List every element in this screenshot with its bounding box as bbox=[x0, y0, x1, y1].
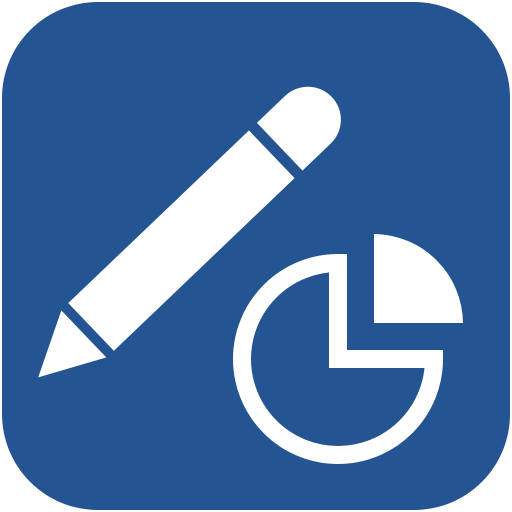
icon-background bbox=[2, 2, 510, 510]
canvas bbox=[0, 0, 512, 512]
app-icon-graphic bbox=[2, 2, 510, 510]
app-icon[interactable] bbox=[0, 0, 512, 512]
